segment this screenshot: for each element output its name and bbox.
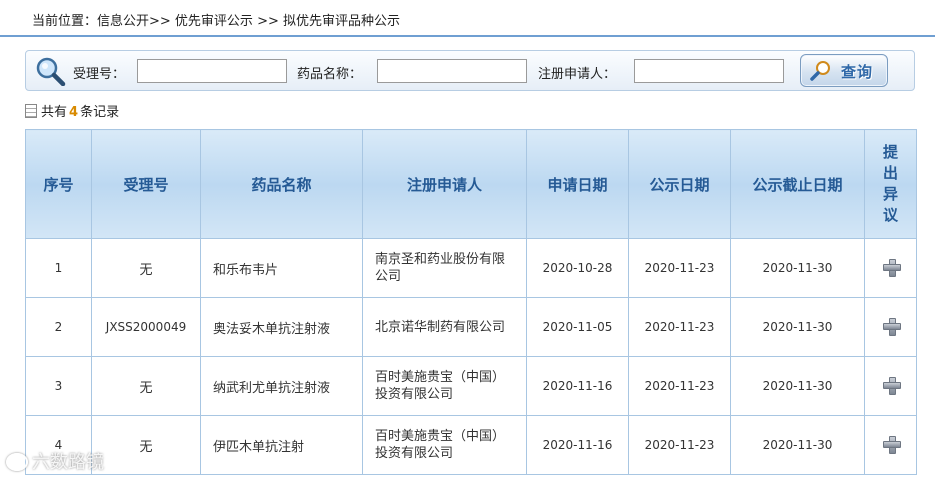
drug-name-input[interactable] bbox=[377, 59, 527, 83]
table-header-row: 序号 受理号 药品名称 注册申请人 申请日期 公示日期 公示截止日期 提 出 异… bbox=[25, 129, 917, 239]
breadcrumb: 当前位置：信息公开>> 优先审评公示 >> 拟优先审评品种公示 bbox=[0, 0, 935, 37]
breadcrumb-prefix: 当前位置： bbox=[32, 14, 98, 29]
record-count-prefix: 共有 bbox=[41, 105, 68, 120]
header-no: 序号 bbox=[25, 129, 92, 239]
cell-accept-no: 无 bbox=[91, 415, 201, 475]
watermark: 六数路镜 bbox=[6, 448, 104, 474]
cell-publish-date: 2020-11-23 bbox=[628, 356, 731, 416]
cell-drug-name: 和乐布韦片 bbox=[200, 238, 363, 298]
cell-deadline: 2020-11-30 bbox=[730, 415, 865, 475]
cell-objection bbox=[864, 415, 917, 475]
query-button[interactable]: 查询 bbox=[800, 54, 888, 87]
plus-icon[interactable] bbox=[882, 258, 901, 277]
header-drug-name: 药品名称 bbox=[200, 129, 363, 239]
record-count-number: 4 bbox=[69, 105, 79, 120]
cell-accept-no: 无 bbox=[91, 238, 201, 298]
cell-no: 2 bbox=[25, 297, 92, 357]
cell-drug-name: 奥法妥木单抗注射液 bbox=[200, 297, 363, 357]
cell-apply-date: 2020-11-16 bbox=[526, 356, 629, 416]
watermark-logo-icon bbox=[6, 453, 28, 471]
cell-drug-name: 纳武利尤单抗注射液 bbox=[200, 356, 363, 416]
document-icon bbox=[25, 104, 37, 118]
cell-objection bbox=[864, 297, 917, 357]
header-apply-date: 申请日期 bbox=[526, 129, 629, 239]
cell-deadline: 2020-11-30 bbox=[730, 238, 865, 298]
cell-accept-no: 无 bbox=[91, 356, 201, 416]
search-bar: 受理号： 药品名称： 注册申请人： 查询 bbox=[25, 50, 915, 91]
header-objection-char: 出 bbox=[882, 164, 898, 182]
header-objection-char: 提 bbox=[882, 143, 898, 161]
table-row: 4 无 伊匹木单抗注射 百时美施贵宝（中国）投资有限公司 2020-11-16 … bbox=[25, 415, 917, 475]
header-objection-char: 议 bbox=[882, 206, 898, 224]
applicant-label: 注册申请人： bbox=[538, 67, 617, 82]
cell-accept-no: JXSS2000049 bbox=[91, 297, 201, 357]
cell-publish-date: 2020-11-23 bbox=[628, 297, 731, 357]
cell-applicant: 百时美施贵宝（中国）投资有限公司 bbox=[362, 415, 527, 475]
cell-apply-date: 2020-11-05 bbox=[526, 297, 629, 357]
cell-apply-date: 2020-11-16 bbox=[526, 415, 629, 475]
accept-no-input[interactable] bbox=[137, 59, 287, 83]
cell-publish-date: 2020-11-23 bbox=[628, 238, 731, 298]
table-row: 2 JXSS2000049 奥法妥木单抗注射液 北京诺华制药有限公司 2020-… bbox=[25, 297, 917, 357]
drug-name-label: 药品名称： bbox=[297, 67, 363, 82]
record-count: 共有 4 条记录 bbox=[25, 101, 119, 120]
cell-applicant: 南京圣和药业股份有限公司 bbox=[362, 238, 527, 298]
plus-icon[interactable] bbox=[882, 435, 901, 454]
cell-apply-date: 2020-10-28 bbox=[526, 238, 629, 298]
cell-drug-name: 伊匹木单抗注射 bbox=[200, 415, 363, 475]
cell-objection bbox=[864, 238, 917, 298]
header-objection-char: 异 bbox=[882, 185, 898, 203]
table-row: 1 无 和乐布韦片 南京圣和药业股份有限公司 2020-10-28 2020-1… bbox=[25, 238, 917, 298]
search-icon bbox=[810, 61, 830, 81]
cell-objection bbox=[864, 356, 917, 416]
plus-icon[interactable] bbox=[882, 376, 901, 395]
watermark-text: 六数路镜 bbox=[32, 452, 104, 473]
header-deadline: 公示截止日期 bbox=[730, 129, 865, 239]
header-accept-no: 受理号 bbox=[91, 129, 201, 239]
cell-publish-date: 2020-11-23 bbox=[628, 415, 731, 475]
header-applicant: 注册申请人 bbox=[362, 129, 527, 239]
table-row: 3 无 纳武利尤单抗注射液 百时美施贵宝（中国）投资有限公司 2020-11-1… bbox=[25, 356, 917, 416]
applicant-input[interactable] bbox=[634, 59, 784, 83]
cell-deadline: 2020-11-30 bbox=[730, 356, 865, 416]
header-publish-date: 公示日期 bbox=[628, 129, 731, 239]
breadcrumb-path[interactable]: 信息公开>> 优先审评公示 >> 拟优先审评品种公示 bbox=[97, 14, 400, 29]
accept-no-label: 受理号： bbox=[73, 67, 126, 82]
plus-icon[interactable] bbox=[882, 317, 901, 336]
cell-applicant: 百时美施贵宝（中国）投资有限公司 bbox=[362, 356, 527, 416]
magnifier-icon bbox=[36, 57, 66, 86]
cell-deadline: 2020-11-30 bbox=[730, 297, 865, 357]
results-table: 序号 受理号 药品名称 注册申请人 申请日期 公示日期 公示截止日期 提 出 异… bbox=[25, 129, 917, 475]
record-count-suffix: 条记录 bbox=[80, 105, 120, 120]
query-button-label: 查询 bbox=[841, 63, 874, 81]
cell-no: 3 bbox=[25, 356, 92, 416]
header-objection: 提 出 异 议 bbox=[864, 129, 917, 239]
cell-no: 1 bbox=[25, 238, 92, 298]
cell-applicant: 北京诺华制药有限公司 bbox=[362, 297, 527, 357]
